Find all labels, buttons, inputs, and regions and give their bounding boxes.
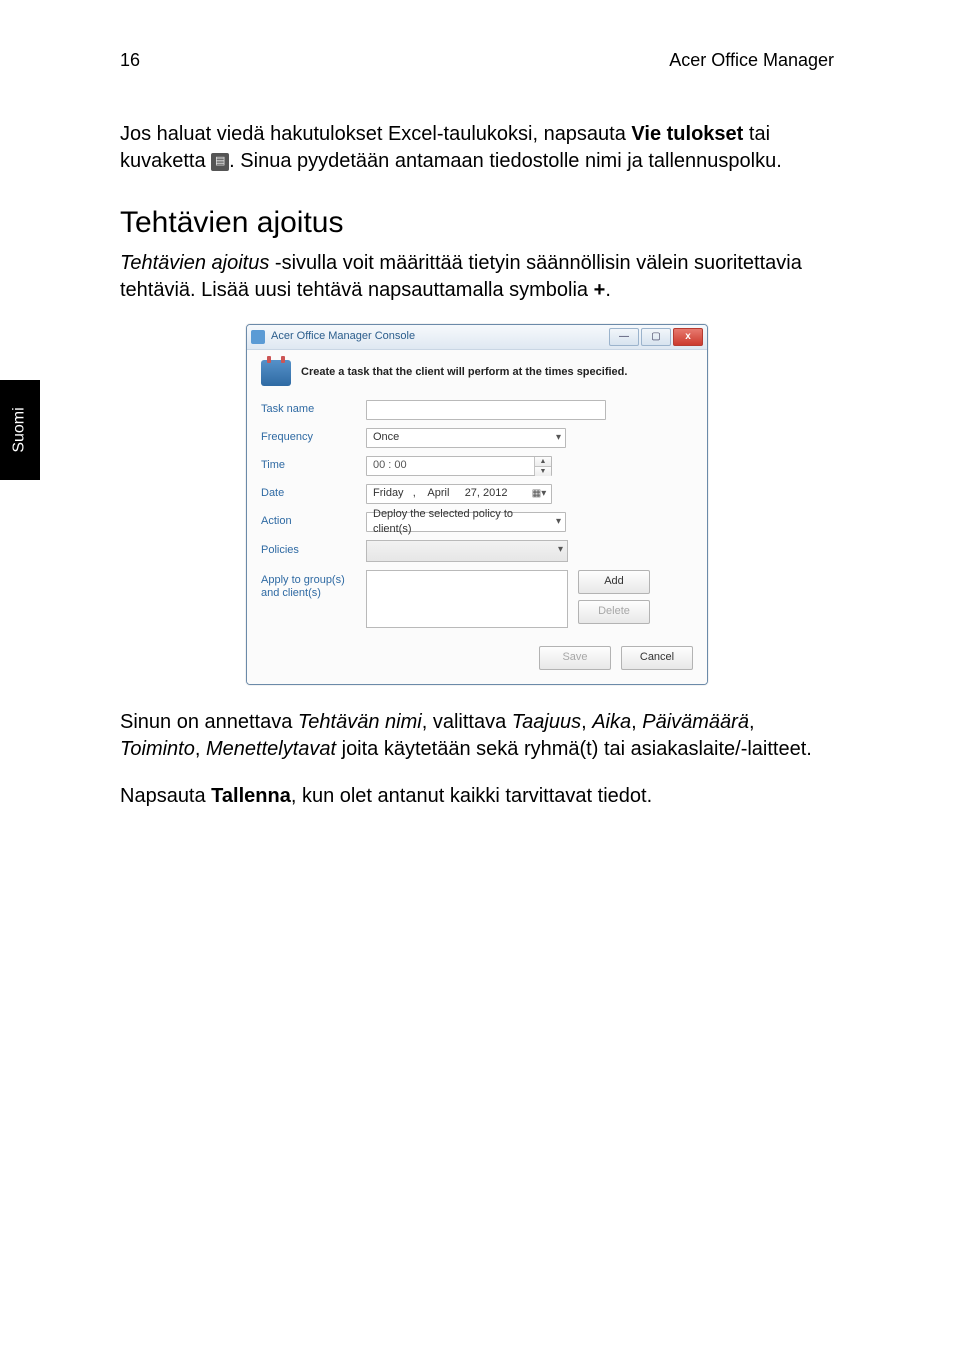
date-picker-button[interactable]: ▦▾ bbox=[529, 487, 549, 501]
text: , bbox=[581, 711, 592, 733]
label-policies: Policies bbox=[261, 543, 366, 558]
save-button[interactable]: Save bbox=[539, 646, 611, 670]
text-italic: Aika bbox=[592, 711, 631, 733]
text-italic: Tehtävän nimi bbox=[298, 711, 422, 733]
text: and client(s) bbox=[261, 587, 321, 599]
label-task-name: Task name bbox=[261, 402, 366, 417]
delete-button[interactable]: Delete bbox=[578, 600, 650, 624]
label-time: Time bbox=[261, 458, 366, 473]
task-name-input[interactable] bbox=[366, 400, 606, 420]
policies-select[interactable] bbox=[366, 540, 568, 562]
cancel-button[interactable]: Cancel bbox=[621, 646, 693, 670]
text-italic: Menettelytavat bbox=[206, 738, 336, 760]
label-date: Date bbox=[261, 486, 366, 501]
text: , bbox=[631, 711, 642, 733]
text: , valittava bbox=[422, 711, 512, 733]
side-tab-label: Suomi bbox=[11, 407, 29, 452]
text-bold: Tallenna bbox=[211, 785, 291, 807]
text-italic: Toiminto bbox=[120, 738, 195, 760]
label-action: Action bbox=[261, 514, 366, 529]
apply-list[interactable] bbox=[366, 570, 568, 628]
text: Jos haluat viedä hakutulokset Excel-taul… bbox=[120, 123, 631, 145]
maximize-button[interactable]: ▢ bbox=[641, 328, 671, 346]
titlebar: Acer Office Manager Console — ▢ x bbox=[247, 325, 707, 350]
document-icon: ▤ bbox=[211, 153, 229, 171]
text: Apply to group(s) bbox=[261, 574, 345, 586]
plus-symbol: + bbox=[594, 279, 606, 301]
label-apply: Apply to group(s) and client(s) bbox=[261, 570, 366, 600]
text: Napsauta bbox=[120, 785, 211, 807]
page-number: 16 bbox=[120, 50, 140, 71]
minimize-button[interactable]: — bbox=[609, 328, 639, 346]
frequency-select[interactable]: Once bbox=[366, 428, 566, 448]
action-value: Deploy the selected policy to client(s) bbox=[373, 507, 547, 537]
text: . bbox=[605, 279, 611, 301]
text: , kun olet antanut kaikki tarvittavat ti… bbox=[291, 785, 652, 807]
date-input[interactable]: Friday , April 27, 2012 ▦▾ bbox=[366, 484, 552, 504]
action-select[interactable]: Deploy the selected policy to client(s) bbox=[366, 512, 566, 532]
date-value: Friday , April 27, 2012 bbox=[373, 486, 508, 501]
time-value: 00 : 00 bbox=[373, 458, 407, 473]
time-spinner[interactable]: ▲▼ bbox=[534, 457, 551, 475]
close-button[interactable]: x bbox=[673, 328, 703, 346]
add-button[interactable]: Add bbox=[578, 570, 650, 594]
section-heading: Tehtävien ajoitus bbox=[120, 203, 834, 244]
product-name: Acer Office Manager bbox=[669, 50, 834, 71]
dialog-heading: Create a task that the client will perfo… bbox=[301, 365, 627, 380]
text: , bbox=[195, 738, 206, 760]
text-italic: Päivämäärä bbox=[642, 711, 749, 733]
text: , bbox=[749, 711, 755, 733]
calendar-icon bbox=[261, 360, 291, 386]
window-title: Acer Office Manager Console bbox=[271, 329, 415, 344]
paragraph-export: Jos haluat viedä hakutulokset Excel-taul… bbox=[120, 121, 834, 175]
paragraph-intro: Tehtävien ajoitus -sivulla voit määrittä… bbox=[120, 250, 834, 304]
app-icon bbox=[251, 330, 265, 344]
paragraph-fields: Sinun on annettava Tehtävän nimi, valitt… bbox=[120, 709, 834, 763]
side-tab: Suomi bbox=[0, 380, 40, 480]
text-italic: Tehtävien ajoitus bbox=[120, 252, 269, 274]
text: . Sinua pyydetään antamaan tiedostolle n… bbox=[229, 150, 782, 172]
time-input[interactable]: 00 : 00 ▲▼ bbox=[366, 456, 552, 476]
paragraph-save: Napsauta Tallenna, kun olet antanut kaik… bbox=[120, 783, 834, 810]
text: Sinun on annettava bbox=[120, 711, 298, 733]
text: joita käytetään sekä ryhmä(t) tai asiaka… bbox=[336, 738, 812, 760]
text-bold: Vie tulokset bbox=[631, 123, 743, 145]
label-frequency: Frequency bbox=[261, 430, 366, 445]
text-italic: Taajuus bbox=[512, 711, 581, 733]
frequency-value: Once bbox=[373, 430, 399, 445]
task-dialog: Acer Office Manager Console — ▢ x Create… bbox=[246, 324, 708, 685]
